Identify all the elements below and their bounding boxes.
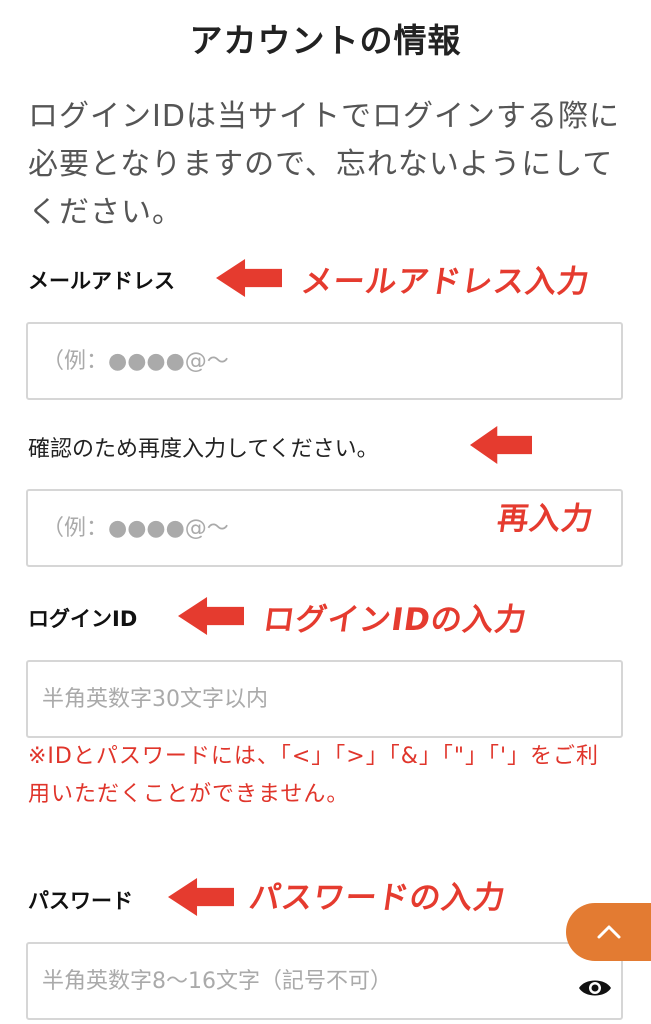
arrow-icon xyxy=(178,597,244,635)
arrow-icon xyxy=(168,878,234,916)
page-title: アカウントの情報 xyxy=(189,21,462,60)
email-confirm-label: 確認のため再度入力してください。 xyxy=(28,437,379,462)
login-id-field[interactable] xyxy=(26,660,623,738)
email-field[interactable] xyxy=(26,322,623,400)
arrow-icon xyxy=(470,426,532,464)
email-annotation: メールアドレス入力 xyxy=(298,264,593,300)
warning-text: ※IDとパスワードには、「<」「>」「&」「"」「'」をご利用いただくことができ… xyxy=(28,744,600,807)
chevron-up-icon xyxy=(597,925,620,939)
eye-icon[interactable] xyxy=(578,976,612,1000)
login-id-label: ログインID xyxy=(28,607,138,631)
arrow-icon xyxy=(216,259,282,297)
scroll-top-button[interactable] xyxy=(566,903,651,961)
intro-text: ログインIDは当サイトでログインする際に必要となりますので、忘れないようにしてく… xyxy=(28,99,620,230)
login-id-annotation: ログインIDの入力 xyxy=(260,602,530,638)
password-label: パスワード xyxy=(28,889,133,913)
password-field[interactable] xyxy=(26,942,623,1020)
email-confirm-annotation: 再入力 xyxy=(494,501,597,537)
email-label: メールアドレス xyxy=(28,269,175,293)
password-annotation: パスワードの入力 xyxy=(246,880,509,916)
